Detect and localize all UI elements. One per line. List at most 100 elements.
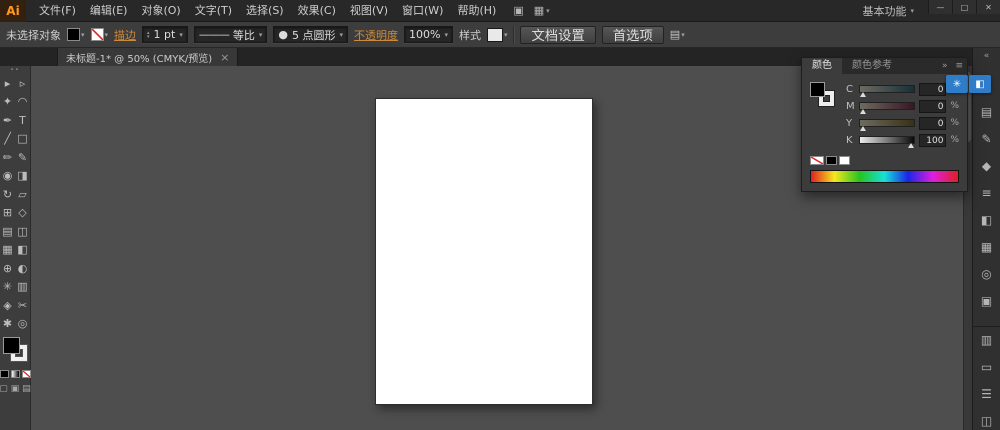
zoom-tool-icon[interactable]: ◎ — [15, 315, 30, 334]
close-button[interactable]: ✕ — [976, 0, 1000, 14]
magic-wand-tool-icon[interactable]: ✦ — [0, 93, 15, 112]
slider-knob[interactable] — [860, 92, 866, 97]
slider-track[interactable] — [859, 85, 915, 93]
document-tab[interactable]: 未标题-1* @ 50% (CMYK/预览) × — [57, 48, 238, 66]
color-guide-dock-icon[interactable]: ✳ — [946, 75, 968, 93]
artboard-tool-icon[interactable]: ◈ — [0, 296, 15, 315]
free-transform-tool-icon[interactable]: ◇ — [15, 204, 30, 223]
stroke-panel-link[interactable]: 描边 — [114, 27, 136, 43]
stroke-swatch[interactable] — [91, 28, 104, 41]
stroke-panel-icon[interactable]: ≡ — [973, 179, 1000, 206]
slider-track[interactable] — [859, 119, 915, 127]
pathfinder-panel-icon[interactable]: ◫ — [973, 407, 1000, 430]
menu-item[interactable]: 对象(O) — [134, 0, 187, 22]
pencil-tool-icon[interactable]: ✎ — [15, 148, 30, 167]
pen-tool-icon[interactable]: ✒ — [0, 111, 15, 130]
slider-track[interactable] — [859, 136, 915, 144]
stepper-down-icon[interactable]: ▾ — [147, 35, 150, 39]
menu-item[interactable]: 视图(V) — [343, 0, 395, 22]
perspective-grid-tool-icon[interactable]: ◫ — [15, 222, 30, 241]
menu-item[interactable]: 窗口(W) — [395, 0, 450, 22]
stroke-width-value[interactable]: 1 pt — [154, 28, 176, 41]
symbol-sprayer-tool-icon[interactable]: ✳ — [0, 278, 15, 297]
mesh-tool-icon[interactable]: ▦ — [0, 241, 15, 260]
slider-knob[interactable] — [908, 143, 914, 148]
close-tab-icon[interactable]: × — [220, 51, 229, 64]
panel-menu-icon[interactable]: ≡ — [951, 58, 967, 74]
artboards-panel-icon[interactable]: ▭ — [973, 353, 1000, 380]
stroke-color-dropdown[interactable]: ▾ — [91, 28, 109, 41]
rectangle-tool-icon[interactable]: □ — [15, 130, 30, 149]
stroke-width-stepper[interactable]: ▴ ▾ — [147, 31, 150, 39]
paintbrush-tool-icon[interactable]: ✏ — [0, 148, 15, 167]
column-graph-tool-icon[interactable]: ▥ — [15, 278, 30, 297]
color-spectrum-bar[interactable] — [810, 170, 959, 183]
gradient-button[interactable] — [11, 370, 20, 378]
panel-fill-stroke-widget[interactable] — [810, 82, 838, 112]
slider-value-input[interactable]: 100 — [919, 134, 946, 147]
fill-swatch[interactable] — [67, 28, 80, 41]
align-panel-icon[interactable]: ☰ — [973, 380, 1000, 407]
opacity-combo[interactable]: 100% ▾ — [404, 26, 453, 43]
slider-track[interactable] — [859, 102, 915, 110]
eyedropper-tool-icon[interactable]: ⊕ — [0, 259, 15, 278]
menu-item[interactable]: 效果(C) — [291, 0, 343, 22]
slice-tool-icon[interactable]: ✂ — [15, 296, 30, 315]
tab-color-guide[interactable]: 颜色参考 — [842, 58, 902, 74]
preferences-button[interactable]: 首选项 — [602, 26, 664, 44]
artboard[interactable] — [375, 98, 593, 405]
expand-panels-icon[interactable]: « — [984, 48, 990, 64]
white-swatch[interactable] — [839, 156, 850, 165]
slider-value-input[interactable]: 0 — [919, 83, 946, 96]
style-swatch[interactable] — [487, 28, 503, 42]
none-swatch[interactable] — [810, 156, 824, 165]
gradient-panel-icon[interactable]: ◧ — [973, 206, 1000, 233]
toolbar-fill-swatch[interactable] — [3, 337, 20, 354]
brushes-panel-icon[interactable]: ✎ — [973, 125, 1000, 152]
maximize-button[interactable]: □ — [952, 0, 976, 14]
slider-knob[interactable] — [860, 126, 866, 131]
symbols-panel-icon[interactable]: ◆ — [973, 152, 1000, 179]
gradient-tool-icon[interactable]: ◧ — [15, 241, 30, 260]
arrange-documents-icon[interactable]: ▦ ▾ — [534, 4, 550, 17]
minimize-button[interactable]: — — [928, 0, 952, 14]
selection-tool-icon[interactable]: ▸ — [0, 74, 15, 93]
black-swatch[interactable] — [826, 156, 837, 165]
workspace-switcher[interactable]: 基本功能 ▾ — [862, 3, 914, 19]
fill-color-dropdown[interactable]: ▾ — [67, 28, 85, 41]
draw-behind-icon[interactable]: ▣ — [11, 384, 20, 394]
width-tool-icon[interactable]: ⊞ — [0, 204, 15, 223]
menu-item[interactable]: 帮助(H) — [450, 0, 503, 22]
menu-item[interactable]: 文件(F) — [32, 0, 83, 22]
scale-tool-icon[interactable]: ▱ — [15, 185, 30, 204]
blend-tool-icon[interactable]: ◐ — [15, 259, 30, 278]
eraser-tool-icon[interactable]: ◨ — [15, 167, 30, 186]
appearance-panel-icon[interactable]: ◎ — [973, 260, 1000, 287]
screen-mode-icon[interactable]: ▤ — [22, 384, 31, 394]
color-panel-dock-icon[interactable]: ◧ — [969, 75, 991, 93]
menu-item[interactable]: 选择(S) — [239, 0, 291, 22]
lasso-tool-icon[interactable]: ◠ — [15, 93, 30, 112]
tab-color[interactable]: 颜色 — [802, 58, 842, 74]
transparency-panel-icon[interactable]: ▦ — [973, 233, 1000, 260]
slider-value-input[interactable]: 0 — [919, 117, 946, 130]
type-tool-icon[interactable]: T — [15, 111, 30, 130]
collapse-panel-icon[interactable]: » — [938, 58, 952, 74]
slider-value-input[interactable]: 0 — [919, 100, 946, 113]
swatches-panel-icon[interactable]: ▤ — [973, 98, 1000, 125]
fill-stroke-widget[interactable] — [0, 336, 31, 366]
blob-brush-tool-icon[interactable]: ◉ — [0, 167, 15, 186]
menu-item[interactable]: 编辑(E) — [83, 0, 135, 22]
graphic-styles-panel-icon[interactable]: ▣ — [973, 287, 1000, 314]
panel-fill-swatch[interactable] — [810, 82, 825, 97]
style-dropdown[interactable]: ▾ — [487, 28, 508, 42]
rotate-tool-icon[interactable]: ↻ — [0, 185, 15, 204]
draw-normal-icon[interactable]: ▢ — [0, 384, 8, 394]
direct-selection-tool-icon[interactable]: ▹ — [15, 74, 30, 93]
none-button[interactable] — [22, 370, 31, 378]
toolbar-grip[interactable]: ∙∙ — [10, 66, 20, 74]
layers-panel-icon[interactable]: ▥ — [973, 326, 1000, 353]
width-profile-combo[interactable]: ——— 等比 ▾ — [194, 26, 268, 43]
hand-tool-icon[interactable]: ✱ — [0, 315, 15, 334]
slider-knob[interactable] — [860, 109, 866, 114]
